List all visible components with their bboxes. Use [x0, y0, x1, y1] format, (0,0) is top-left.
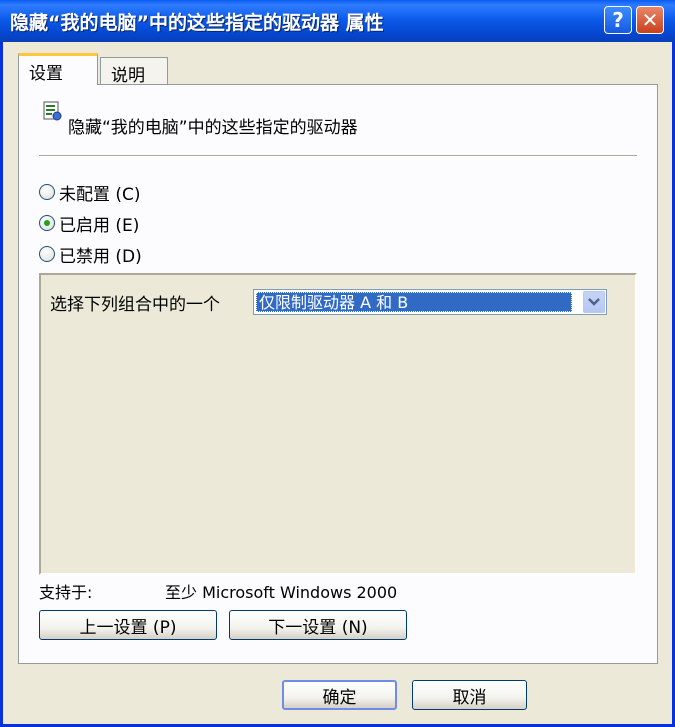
help-button[interactable]: ?	[604, 6, 632, 34]
support-value: 至少 Microsoft Windows 2000	[165, 583, 398, 602]
tab-settings[interactable]: 设置	[18, 53, 98, 85]
radio-button[interactable]	[39, 246, 55, 262]
title-bar[interactable]: 隐藏“我的电脑”中的这些指定的驱动器 属性 ? ✕	[0, 0, 675, 42]
drive-combo-value: 仅限制驱动器 A 和 B	[256, 292, 572, 312]
divider	[39, 155, 637, 157]
previous-setting-button[interactable]: 上一设置 (P)	[39, 610, 217, 640]
policy-setting-icon	[43, 101, 62, 121]
radio-not-configured[interactable]: 未配置 (C)	[39, 180, 141, 205]
radio-enabled[interactable]: 已启用 (E)	[39, 211, 140, 236]
radio-label: 已启用 (E)	[59, 215, 140, 236]
cancel-button[interactable]: 取消	[412, 680, 527, 710]
drive-combo-select[interactable]: 仅限制驱动器 A 和 B	[253, 289, 607, 315]
close-button[interactable]: ✕	[636, 6, 664, 34]
radio-disabled[interactable]: 已禁用 (D)	[39, 242, 142, 267]
options-box: 选择下列组合中的一个 仅限制驱动器 A 和 B	[39, 273, 637, 575]
ok-button[interactable]: 确定	[282, 680, 397, 710]
policy-title: 隐藏“我的电脑”中的这些指定的驱动器	[68, 118, 358, 138]
support-label: 支持于:	[39, 583, 93, 602]
chevron-down-icon[interactable]	[583, 291, 605, 313]
tab-explain[interactable]: 说明	[100, 57, 168, 86]
drive-combo-label: 选择下列组合中的一个	[50, 295, 220, 315]
radio-button[interactable]	[39, 184, 55, 200]
radio-button[interactable]	[39, 215, 55, 231]
radio-label: 已禁用 (D)	[59, 246, 142, 267]
next-setting-button[interactable]: 下一设置 (N)	[229, 610, 407, 640]
window-title: 隐藏“我的电脑”中的这些指定的驱动器 属性	[10, 12, 384, 34]
radio-label: 未配置 (C)	[59, 184, 141, 205]
settings-panel: 隐藏“我的电脑”中的这些指定的驱动器 未配置 (C) 已启用 (E) 已禁用 (…	[18, 84, 658, 664]
